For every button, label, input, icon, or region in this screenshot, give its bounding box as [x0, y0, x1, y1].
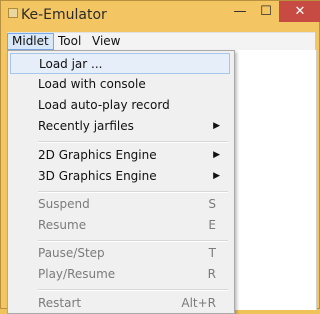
menu-item-recently-jarfiles[interactable]: Recently jarfiles ▶ — [10, 116, 230, 137]
submenu-arrow-icon: ▶ — [213, 150, 220, 160]
midlet-dropdown-menu: Load jar ... Load with console Load auto… — [7, 50, 235, 314]
menu-item-label: 3D Graphics Engine — [38, 169, 157, 183]
menu-tool[interactable]: Tool — [54, 33, 85, 49]
menu-item-label: Play/Resume — [38, 267, 116, 281]
menu-midlet[interactable]: Midlet — [7, 33, 54, 50]
menu-item-shortcut: S — [208, 197, 216, 211]
menu-item-label: Recently jarfiles — [38, 119, 134, 133]
menu-item-play-resume[interactable]: Play/Resume R — [10, 264, 230, 285]
menu-item-shortcut: E — [208, 218, 216, 232]
menu-item-shortcut: R — [207, 267, 216, 281]
menu-item-3d-graphics-engine[interactable]: 3D Graphics Engine ▶ — [10, 166, 230, 187]
menu-item-load-with-console[interactable]: Load with console — [10, 74, 230, 95]
menu-separator — [38, 191, 228, 193]
window-title: Ke-Emulator — [21, 7, 107, 23]
menu-item-label: Pause/Step — [38, 246, 105, 260]
menu-view[interactable]: View — [88, 33, 124, 49]
menu-item-2d-graphics-engine[interactable]: 2D Graphics Engine ▶ — [10, 145, 230, 166]
menu-item-shortcut: Alt+R — [181, 296, 216, 310]
menu-item-label: Load jar ... — [39, 57, 103, 71]
menu-item-label: Resume — [38, 218, 87, 232]
menu-item-pause-step[interactable]: Pause/Step T — [10, 243, 230, 264]
menu-bar: Midlet Tool View — [7, 32, 315, 51]
minimize-button[interactable]: — — [227, 1, 253, 22]
menu-item-label: 2D Graphics Engine — [38, 148, 157, 162]
menu-item-label: Suspend — [38, 197, 90, 211]
title-bar[interactable]: Ke-Emulator — ☐ ✕ — [1, 1, 320, 31]
menu-separator — [38, 240, 228, 242]
menu-separator — [38, 289, 228, 291]
menu-item-suspend[interactable]: Suspend S — [10, 194, 230, 215]
menu-separator — [38, 141, 228, 143]
menu-item-restart[interactable]: Restart Alt+R — [10, 293, 230, 313]
menu-item-load-jar[interactable]: Load jar ... — [10, 53, 230, 74]
submenu-arrow-icon: ▶ — [213, 171, 220, 181]
menu-item-label: Load with console — [38, 77, 146, 91]
emulator-window: Ke-Emulator — ☐ ✕ Midlet Tool View Load … — [0, 0, 320, 314]
close-button[interactable]: ✕ — [279, 1, 320, 22]
submenu-arrow-icon: ▶ — [213, 121, 220, 131]
maximize-button[interactable]: ☐ — [253, 1, 279, 22]
menu-item-label: Restart — [38, 296, 82, 310]
menu-item-resume[interactable]: Resume E — [10, 215, 230, 236]
app-icon — [8, 8, 18, 18]
menu-item-label: Load auto-play record — [38, 98, 170, 112]
menu-item-shortcut: T — [208, 246, 216, 260]
menu-item-load-auto-play-record[interactable]: Load auto-play record — [10, 95, 230, 116]
